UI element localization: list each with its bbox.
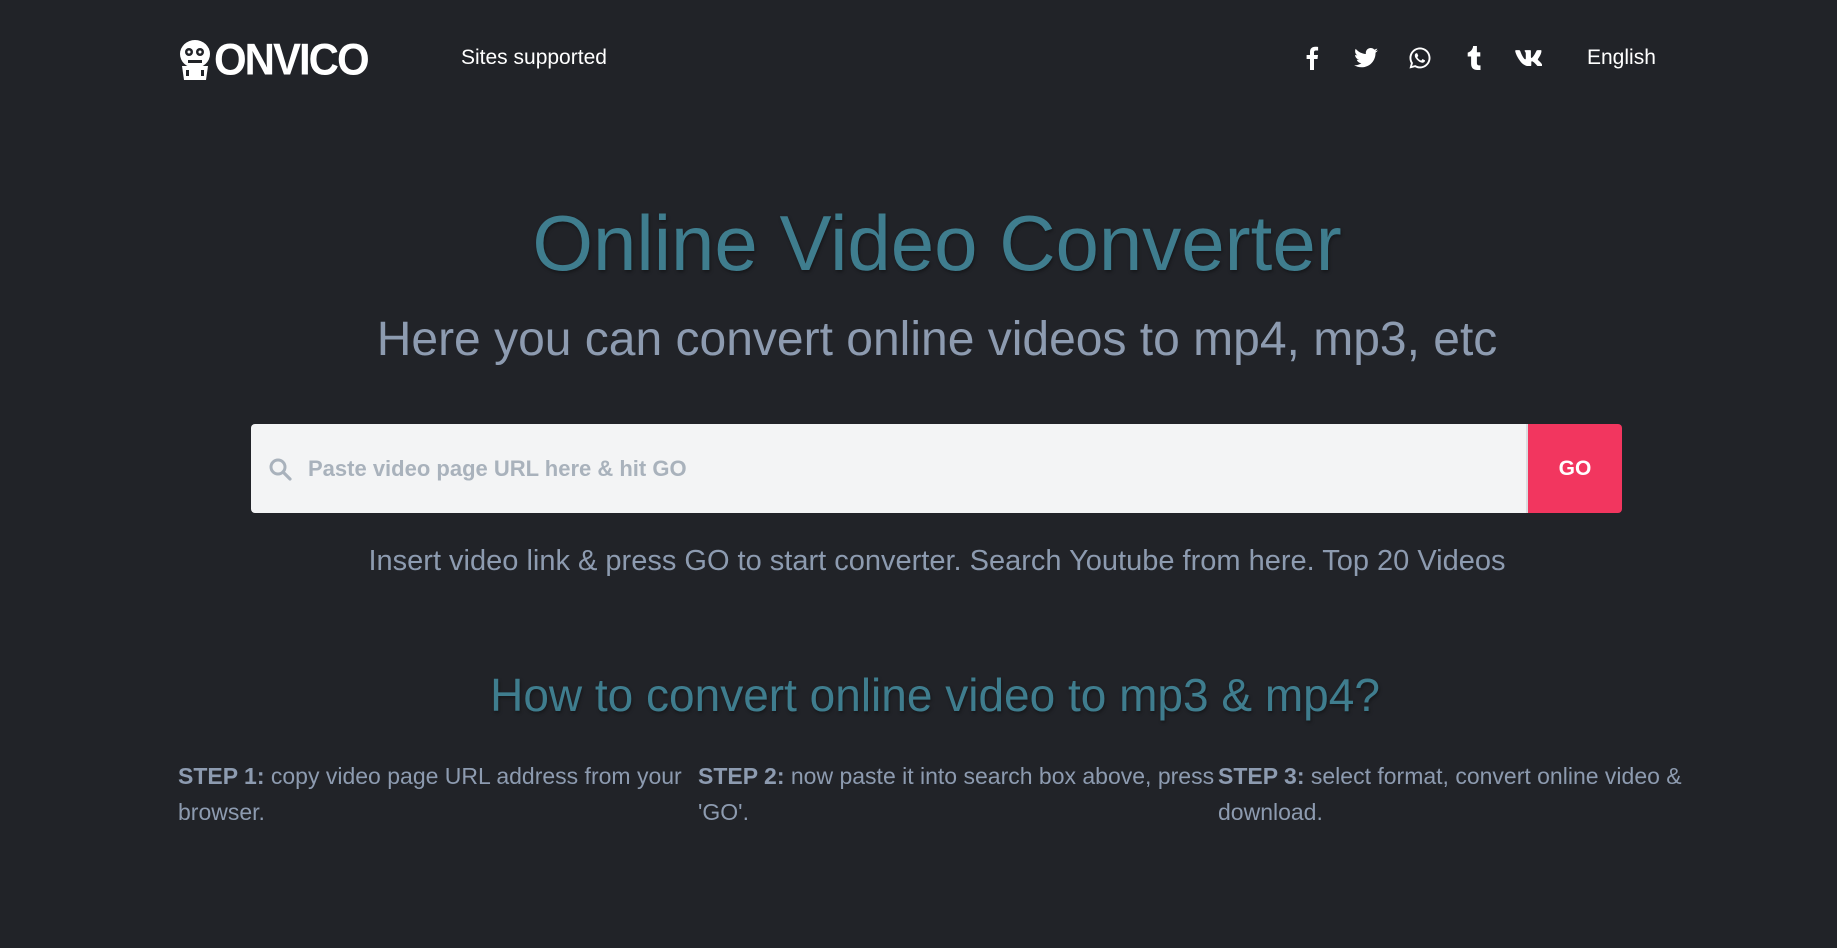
steps-section: STEP 1: copy video page URL address from… <box>178 758 1738 830</box>
step-2-label: STEP 2: <box>698 763 785 789</box>
url-search-input[interactable] <box>308 438 1526 499</box>
facebook-share-button[interactable] <box>1285 42 1339 74</box>
hint-text-row: Insert video link & press GO to start co… <box>0 545 1837 578</box>
top-20-videos-link[interactable]: Top 20 Videos <box>1322 545 1505 577</box>
vk-share-button[interactable] <box>1501 42 1555 74</box>
whatsapp-share-button[interactable] <box>1393 42 1447 74</box>
mascot-logo-icon <box>180 40 210 80</box>
step-3: STEP 3: select format, convert online vi… <box>1218 758 1738 830</box>
site-logo[interactable]: ONVICO <box>178 34 370 85</box>
search-form: GO <box>251 424 1622 513</box>
top-navigation-bar: ONVICO Sites supported English <box>0 0 1837 118</box>
twitter-share-button[interactable] <box>1339 42 1393 74</box>
step-3-label: STEP 3: <box>1218 763 1305 789</box>
tumblr-icon <box>1467 46 1481 70</box>
language-selector[interactable]: English <box>1587 46 1656 70</box>
tumblr-share-button[interactable] <box>1447 42 1501 74</box>
step-2: STEP 2: now paste it into search box abo… <box>698 758 1218 830</box>
sites-supported-link[interactable]: Sites supported <box>461 46 607 70</box>
search-youtube-link[interactable]: Search Youtube from here. <box>970 545 1315 577</box>
twitter-icon <box>1354 48 1378 68</box>
step-1: STEP 1: copy video page URL address from… <box>178 758 698 830</box>
whatsapp-icon <box>1409 47 1431 69</box>
search-icon <box>269 458 292 481</box>
vk-icon <box>1515 50 1542 66</box>
page-title: Online Video Converter <box>532 199 1342 287</box>
step-1-label: STEP 1: <box>178 763 265 789</box>
page-subtitle: Here you can convert online videos to mp… <box>376 313 1498 366</box>
facebook-icon <box>1306 46 1319 70</box>
howto-heading: How to convert online video to mp3 & mp4… <box>490 669 1380 721</box>
social-share-bar <box>1285 42 1555 74</box>
search-field-container[interactable] <box>251 424 1526 513</box>
go-button[interactable]: GO <box>1526 424 1622 513</box>
logo-text: ONVICO <box>214 34 370 85</box>
hint-text: Insert video link & press GO to start co… <box>368 545 962 577</box>
